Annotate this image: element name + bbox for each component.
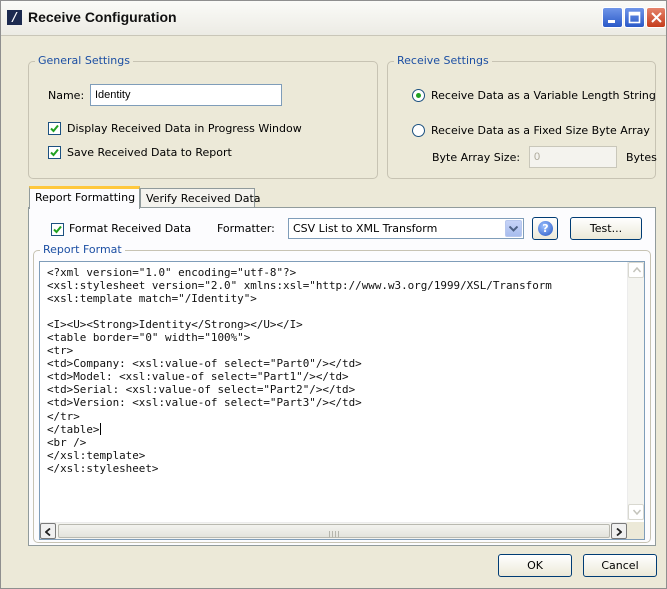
formatter-select[interactable]: CSV List to XML Transform — [288, 218, 524, 239]
title-bar[interactable]: / Receive Configuration — [1, 1, 666, 36]
formatter-selected-value: CSV List to XML Transform — [293, 222, 438, 235]
chevron-right-icon — [616, 528, 622, 536]
report-format-legend: Report Format — [40, 243, 125, 256]
scroll-grip — [329, 528, 341, 539]
code-text: <?xml version="1.0" encoding="utf-8"?> <… — [47, 266, 552, 436]
chevron-left-icon — [45, 528, 51, 536]
receive-configuration-dialog: / Receive Configuration General Settings… — [0, 0, 667, 589]
xsl-code[interactable]: <?xml version="1.0" encoding="utf-8"?> <… — [47, 266, 552, 475]
minimize-icon — [608, 20, 615, 23]
app-logo-icon: / — [7, 10, 22, 25]
maximize-icon — [628, 11, 641, 24]
scroll-thumb[interactable] — [58, 524, 610, 538]
checkmark-icon — [50, 124, 59, 133]
byte-array-size-label: Byte Array Size: — [432, 151, 521, 164]
chevron-up-icon — [633, 267, 641, 273]
fixed-size-radio[interactable] — [412, 124, 425, 137]
close-icon — [651, 12, 662, 23]
formatter-label: Formatter: — [217, 222, 275, 235]
chevron-down-icon — [633, 509, 641, 515]
receive-settings-legend: Receive Settings — [394, 54, 492, 67]
tab-verify-received-data[interactable]: Verify Received Data — [140, 188, 261, 209]
variable-length-radio[interactable] — [412, 89, 425, 102]
fixed-size-label: Receive Data as a Fixed Size Byte Array — [431, 124, 650, 137]
code-text-tail: <br /> </xsl:template> </xsl:stylesheet> — [47, 435, 159, 475]
cancel-button[interactable]: Cancel — [583, 554, 657, 577]
name-label: Name: — [48, 89, 85, 102]
scroll-down-button[interactable] — [628, 504, 644, 520]
help-button[interactable]: ? — [532, 217, 558, 240]
help-icon: ? — [538, 221, 553, 236]
format-received-label: Format Received Data — [69, 222, 192, 235]
window-title: Receive Configuration — [28, 9, 177, 25]
minimize-button[interactable] — [602, 7, 623, 28]
receive-settings-group: Receive Settings Receive Data as a Varia… — [387, 54, 657, 179]
byte-array-size-field[interactable] — [529, 146, 617, 168]
save-received-checkbox[interactable] — [48, 146, 61, 159]
bytes-unit-label: Bytes — [626, 151, 657, 164]
text-caret — [100, 422, 102, 435]
checkmark-icon — [53, 225, 62, 234]
scrollbar-corner — [627, 522, 644, 539]
general-settings-group: General Settings Name: Display Received … — [28, 54, 378, 179]
maximize-button[interactable] — [624, 7, 645, 28]
save-received-label: Save Received Data to Report — [67, 146, 232, 159]
ok-button[interactable]: OK — [498, 554, 572, 577]
report-formatting-panel: Format Received Data Formatter: CSV List… — [28, 207, 656, 546]
scroll-up-button[interactable] — [628, 262, 644, 278]
close-button[interactable] — [646, 7, 666, 28]
display-received-label: Display Received Data in Progress Window — [67, 122, 302, 135]
general-settings-legend: General Settings — [35, 54, 133, 67]
name-field[interactable] — [90, 84, 282, 106]
radio-selected-dot — [416, 93, 421, 98]
test-button[interactable]: Test... — [570, 217, 642, 240]
dropdown-button[interactable] — [505, 220, 522, 237]
scroll-right-button[interactable] — [611, 523, 627, 539]
tab-report-formatting[interactable]: Report Formatting — [29, 186, 140, 209]
display-received-checkbox[interactable] — [48, 122, 61, 135]
variable-length-label: Receive Data as a Variable Length String — [431, 89, 656, 102]
chevron-down-icon — [509, 226, 518, 232]
vertical-scrollbar[interactable] — [627, 262, 644, 520]
report-format-editor[interactable]: <?xml version="1.0" encoding="utf-8"?> <… — [39, 261, 645, 540]
checkmark-icon — [50, 148, 59, 157]
horizontal-scrollbar[interactable] — [40, 522, 627, 539]
format-received-checkbox[interactable] — [51, 223, 64, 236]
scroll-left-button[interactable] — [40, 523, 56, 539]
